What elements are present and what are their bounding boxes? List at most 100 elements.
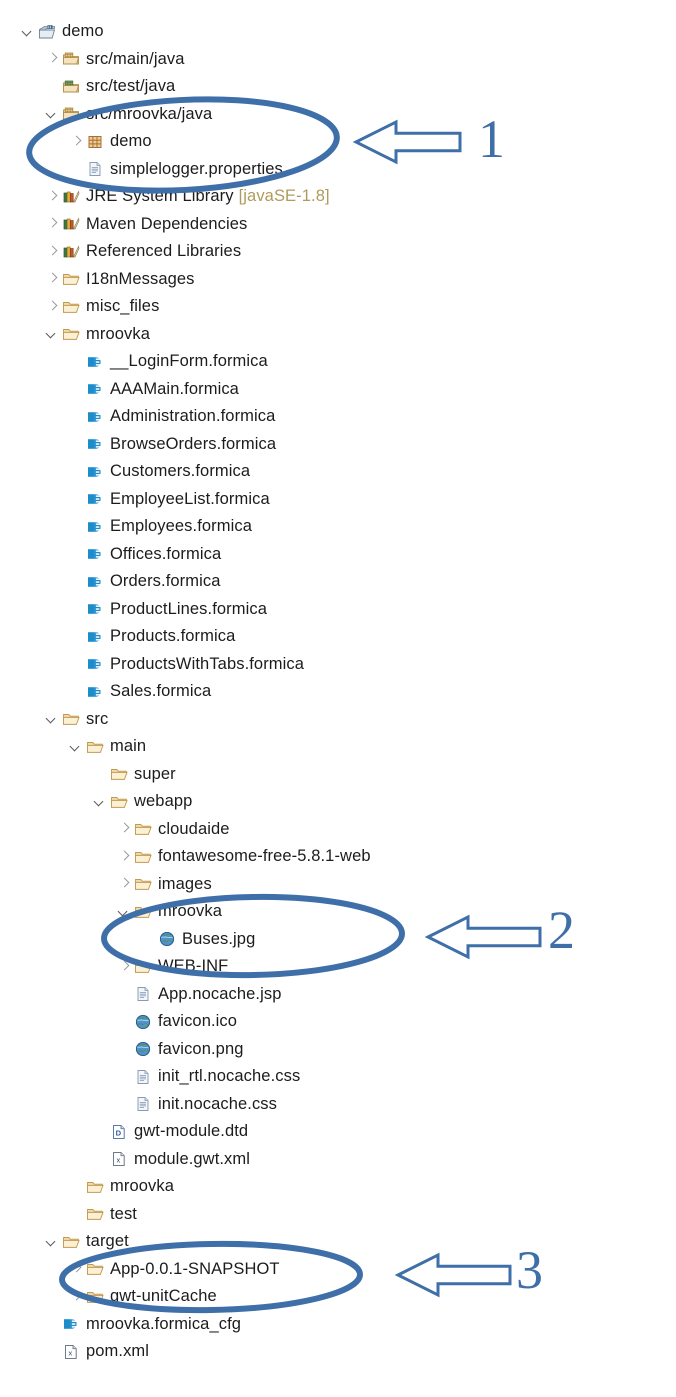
tree-row[interactable]: Products.formica	[0, 623, 676, 651]
tree-row[interactable]: mroovka.formica_cfg	[0, 1311, 676, 1339]
tree-row[interactable]: demo	[0, 128, 676, 156]
tree-row[interactable]: demo	[0, 18, 676, 46]
tree-row[interactable]: fontawesome-free-5.8.1-web	[0, 843, 676, 871]
tree-row[interactable]: simplelogger.properties	[0, 156, 676, 184]
tree-row[interactable]: favicon.ico	[0, 1008, 676, 1036]
chevron-right-icon[interactable]	[116, 959, 132, 975]
tree-row[interactable]: webapp	[0, 788, 676, 816]
chevron-down-icon[interactable]	[44, 106, 60, 122]
file-icon	[134, 1095, 152, 1113]
tree-row[interactable]: Administration.formica	[0, 403, 676, 431]
tree-row[interactable]: target	[0, 1228, 676, 1256]
tree-row[interactable]: x pom.xml	[0, 1338, 676, 1366]
tree-row[interactable]: Offices.formica	[0, 541, 676, 569]
chevron-down-icon[interactable]	[44, 326, 60, 342]
tree-row[interactable]: Employees.formica	[0, 513, 676, 541]
tree-row[interactable]: test	[0, 1201, 676, 1229]
tree-row[interactable]: Referenced Libraries	[0, 238, 676, 266]
tree-row[interactable]: mroovka	[0, 1173, 676, 1201]
chevron-right-icon[interactable]	[116, 821, 132, 837]
tree-row[interactable]: AAAMain.formica	[0, 376, 676, 404]
svg-text:x: x	[117, 1156, 121, 1165]
tree-row-label: Employees.formica	[110, 517, 252, 536]
chevron-down-icon[interactable]	[68, 739, 84, 755]
chevron-right-icon[interactable]	[44, 244, 60, 260]
chevron-right-icon[interactable]	[68, 1261, 84, 1277]
tree-row[interactable]: cloudaide	[0, 816, 676, 844]
tree-row[interactable]: JRE System Library [javaSE-1.8]	[0, 183, 676, 211]
chevron-right-icon[interactable]	[116, 876, 132, 892]
chevron-down-icon[interactable]	[20, 24, 36, 40]
tree-row[interactable]: Customers.formica	[0, 458, 676, 486]
chevron-down-icon[interactable]	[92, 794, 108, 810]
tree-row-label: simplelogger.properties	[110, 159, 283, 178]
tree-row[interactable]: init.nocache.css	[0, 1091, 676, 1119]
chevron-right-icon[interactable]	[44, 271, 60, 287]
chevron-down-icon[interactable]	[44, 1234, 60, 1250]
tree-row-label: target	[86, 1232, 129, 1251]
formica-icon	[62, 1315, 80, 1333]
svg-text:D: D	[116, 1128, 122, 1137]
tree-row[interactable]: Dgwt-module.dtd	[0, 1118, 676, 1146]
tree-row[interactable]: init_rtl.nocache.css	[0, 1063, 676, 1091]
formica-icon	[86, 463, 104, 481]
tree-row-suffix: [javaSE-1.8]	[238, 187, 330, 206]
tree-row[interactable]: images	[0, 871, 676, 899]
tree-row[interactable]: super	[0, 761, 676, 789]
tree-row[interactable]: Orders.formica	[0, 568, 676, 596]
tree-row[interactable]: ProductLines.formica	[0, 596, 676, 624]
chevron-right-icon[interactable]	[44, 216, 60, 232]
tree-row[interactable]: x module.gwt.xml	[0, 1146, 676, 1174]
tree-row[interactable]: favicon.png	[0, 1036, 676, 1064]
chevron-right-icon[interactable]	[116, 849, 132, 865]
chevron-down-icon[interactable]	[44, 711, 60, 727]
tree-row[interactable]: Sales.formica	[0, 678, 676, 706]
chevron-right-icon[interactable]	[68, 134, 84, 150]
tree-row[interactable]: mroovka	[0, 321, 676, 349]
dtd-icon: D	[110, 1123, 128, 1141]
tree-row[interactable]: Maven Dependencies	[0, 211, 676, 239]
tree-row-label: Products.formica	[110, 627, 236, 646]
project-explorer-tree[interactable]: demo src/main/java src/test/java src/mroovk…	[0, 18, 676, 1366]
tree-row[interactable]: src/main/java	[0, 46, 676, 74]
formica-icon	[86, 380, 104, 398]
tree-row[interactable]: BrowseOrders.formica	[0, 431, 676, 459]
tree-row[interactable]: App-0.0.1-SNAPSHOT	[0, 1256, 676, 1284]
folder-icon	[134, 875, 152, 893]
chevron-right-icon[interactable]	[44, 51, 60, 67]
formica-icon	[86, 600, 104, 618]
tree-row[interactable]: src	[0, 706, 676, 734]
globe-icon	[134, 1013, 152, 1031]
tree-row[interactable]: App.nocache.jsp	[0, 981, 676, 1009]
tree-row-label: favicon.ico	[158, 1012, 238, 1031]
tree-row[interactable]: src/test/java	[0, 73, 676, 101]
tree-row[interactable]: misc_files	[0, 293, 676, 321]
tree-row-label: WEB-INF	[158, 957, 229, 976]
tree-row[interactable]: I18nMessages	[0, 266, 676, 294]
tree-row[interactable]: ProductsWithTabs.formica	[0, 651, 676, 679]
chevron-right-icon[interactable]	[44, 189, 60, 205]
tree-row[interactable]: gwt-unitCache	[0, 1283, 676, 1311]
chevron-right-icon[interactable]	[44, 299, 60, 315]
formica-icon	[86, 490, 104, 508]
folder-icon	[86, 1178, 104, 1196]
tree-row-label: Sales.formica	[110, 682, 212, 701]
tree-row[interactable]: src/mroovka/java	[0, 101, 676, 129]
chevron-right-icon[interactable]	[68, 1289, 84, 1305]
project-icon	[38, 23, 56, 41]
folder-icon	[62, 325, 80, 343]
tree-row[interactable]: EmployeeList.formica	[0, 486, 676, 514]
chevron-down-icon[interactable]	[116, 904, 132, 920]
tree-row[interactable]: main	[0, 733, 676, 761]
tree-row[interactable]: __LoginForm.formica	[0, 348, 676, 376]
